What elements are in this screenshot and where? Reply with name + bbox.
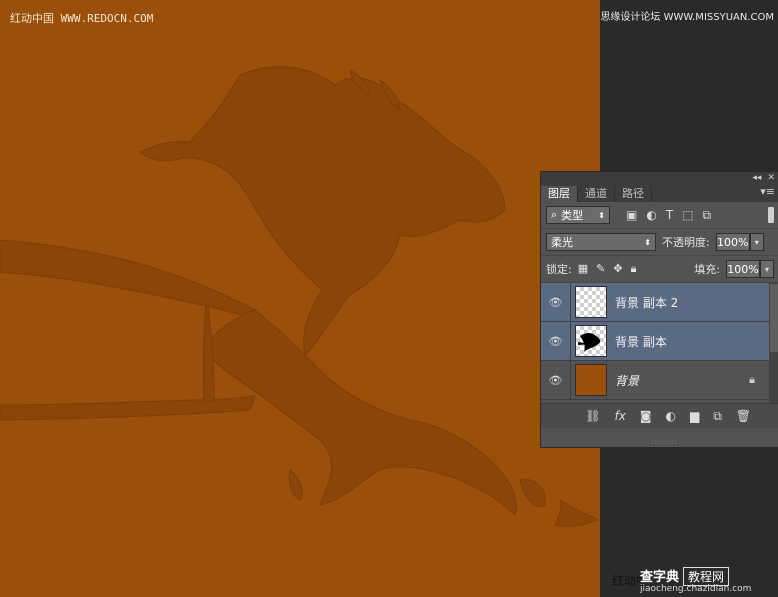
type-filter-icon[interactable]: T [666,208,673,223]
layer-thumbnail [575,325,607,357]
lock-brush-icon[interactable]: ✎ [596,262,605,276]
new-layer-icon[interactable]: ⧉ [713,409,722,424]
filter-icons: ▣ ◐ T ⬚ ⧉ [626,208,711,223]
watermark-top-right: 思缘设计论坛 WWW.MISSYUAN.COM [600,12,774,23]
layer-thumbnail [575,364,607,396]
fill-dropdown-icon[interactable]: ▾ [760,260,774,278]
scroll-thumb[interactable] [770,284,778,352]
blend-mode-select[interactable]: 柔光 ⬍ [546,233,656,251]
filter-type-select[interactable]: ⌕ 类型 ⬍ [546,206,610,224]
link-icon[interactable]: ⛓ [585,409,600,423]
search-icon: ⌕ [551,208,558,221]
layer-item[interactable]: 👁︎ 背景 🔒︎ [541,361,778,400]
close-icon[interactable]: ✕ [767,173,775,183]
adjustment-layer-icon[interactable]: ◐ [665,409,675,423]
mask-icon[interactable]: ◙ [640,409,652,423]
lock-all-icon[interactable]: 🔒︎ [631,262,637,276]
panel-tabs: 图层 通道 路径 ▾≡ [541,184,778,202]
eye-icon[interactable]: 👁︎ [541,361,571,399]
layer-item[interactable]: 👁︎ 背景 副本 [541,322,778,361]
layers-panel: ◂◂ ✕ 图层 通道 路径 ▾≡ ⌕ 类型 ⬍ ▣ ◐ T ⬚ ⧉ 柔光 ⬍ 不… [540,171,778,448]
eye-icon[interactable]: 👁︎ [541,322,571,360]
filter-type-label: 类型 [561,209,584,222]
updown-icon: ⬍ [598,210,605,220]
horse-thumbnail-icon [578,333,601,352]
filter-toggle[interactable] [768,207,774,223]
horse-artwork [0,66,600,527]
tab-paths[interactable]: 路径 [615,186,652,202]
tab-layers[interactable]: 图层 [541,186,578,202]
lock-transparent-icon[interactable]: ▦ [578,262,588,276]
panel-menu-icon[interactable]: ▾≡ [760,185,775,198]
lock-position-icon[interactable]: ✥ [613,262,622,276]
blend-mode-value: 柔光 [551,236,573,249]
lock-icon: 🔒︎ [749,373,755,386]
lock-icons: ▦ ✎ ✥ 🔒︎ [578,262,637,276]
fx-icon[interactable]: fx [614,409,625,423]
folder-icon[interactable]: ▆ [690,409,699,423]
layers-scrollbar[interactable] [769,283,778,403]
panel-topbar: ◂◂ ✕ [541,172,778,184]
smartobject-filter-icon[interactable]: ⧉ [703,208,712,223]
layer-name: 背景 副本 [615,334,667,349]
document-canvas[interactable]: 红动中国 WWW.REDOCN.COM [0,0,600,597]
opacity-dropdown-icon[interactable]: ▾ [749,233,764,251]
adjustment-filter-icon[interactable]: ◐ [646,208,656,223]
trash-icon[interactable]: 🗑︎ [736,409,751,423]
eye-icon[interactable]: 👁︎ [541,283,571,321]
lock-row: 锁定: ▦ ✎ ✥ 🔒︎ 填充: 100% ▾ [541,256,778,283]
updown-icon: ⬍ [644,237,651,247]
fill-input[interactable]: 100% [726,260,760,278]
watermark-top-left: 红动中国 WWW.REDOCN.COM [10,12,154,25]
logo-main: 查字典 [640,570,680,585]
blend-row: 柔光 ⬍ 不透明度: 100% ▾ [541,229,778,256]
tab-channels[interactable]: 通道 [578,186,615,202]
collapse-icon[interactable]: ◂◂ [752,173,761,183]
layers-list: 👁︎ 背景 副本 2 👁︎ 背景 副本 👁︎ 背景 🔒︎ [541,283,778,403]
layer-thumbnail [575,286,607,318]
resize-grip-icon[interactable]: :::::::: [651,438,678,446]
logo-sub: jiaocheng.chazidian.com [640,584,752,594]
shape-filter-icon[interactable]: ⬚ [682,208,693,223]
filter-row: ⌕ 类型 ⬍ ▣ ◐ T ⬚ ⧉ [541,202,778,229]
watermark-logo: 查字典 教程网 jiaocheng.chazidian.com [640,566,751,594]
layer-item[interactable]: 👁︎ 背景 副本 2 [541,283,778,322]
opacity-input[interactable]: 100% [715,233,750,251]
panel-bottom-bar: ⛓ fx ◙ ◐ ▆ ⧉ 🗑︎ [541,403,778,428]
opacity-label: 不透明度: [662,236,710,249]
image-filter-icon[interactable]: ▣ [626,208,637,223]
fill-label: 填充: [694,263,720,276]
lock-label: 锁定: [546,263,572,276]
layer-name: 背景 副本 2 [615,295,679,310]
layer-name: 背景 [615,373,640,388]
